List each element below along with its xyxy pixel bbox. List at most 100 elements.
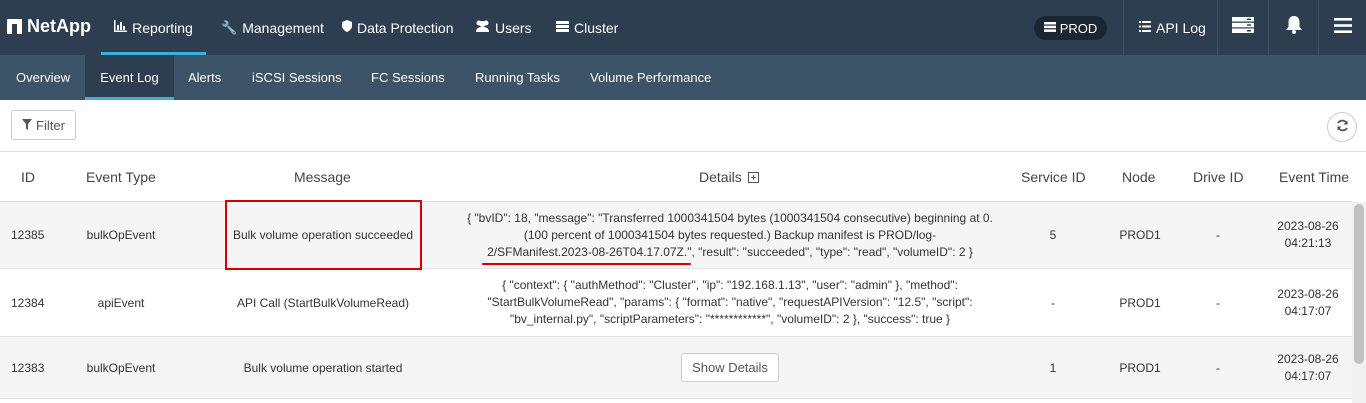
table-scrollbar[interactable] <box>1352 202 1366 403</box>
api-log-link[interactable]: API Log <box>1139 0 1206 55</box>
top-nav-bar: NetApp Reporting 🔧 Management Data Prote… <box>0 0 1366 55</box>
table-row[interactable]: 12385 bulkOpEvent Bulk volume operation … <box>0 202 1352 269</box>
netapp-logo[interactable]: NetApp <box>7 16 91 37</box>
nav-data-protection[interactable]: Data Protection <box>342 0 454 55</box>
netapp-logo-icon <box>7 19 22 34</box>
cell-message: API Call (StartBulkVolumeRead) <box>236 295 410 310</box>
cell-details: { "context": { "authMethod": "Cluster", … <box>442 269 1018 336</box>
event-time: 04:21:13 <box>1284 236 1332 250</box>
nav-cluster-label: Cluster <box>574 19 619 36</box>
cell-drive-id: - <box>1216 360 1220 375</box>
api-log-label: API Log <box>1156 19 1206 36</box>
list-icon <box>1139 20 1151 35</box>
nav-users[interactable]: Users <box>475 0 532 55</box>
column-header-event-type[interactable]: Event Type <box>86 152 156 202</box>
divider <box>1123 0 1124 55</box>
environment-label: PROD <box>1059 20 1098 36</box>
cell-service-id: - <box>1051 295 1055 310</box>
tab-overview[interactable]: Overview <box>16 55 70 100</box>
details-line: "StartBulkVolumeRead", "params": { "form… <box>487 295 973 309</box>
table-toolbar <box>0 100 1366 152</box>
cell-event-time: 2023-08-26 04:21:13 <box>1272 202 1344 268</box>
server-icon <box>556 20 569 35</box>
main-menu-button[interactable] <box>1319 0 1366 55</box>
brand-name: NetApp <box>27 16 91 36</box>
hamburger-menu-icon <box>1333 17 1352 38</box>
column-header-message[interactable]: Message <box>294 152 351 202</box>
column-header-details[interactable]: Details <box>699 152 759 202</box>
refresh-icon <box>1336 119 1349 135</box>
server-stack-icon <box>1232 17 1254 38</box>
cell-service-id: 5 <box>1049 228 1057 242</box>
filter-button[interactable]: Filter <box>11 110 76 140</box>
annotation-highlight-box <box>225 200 422 270</box>
details-line: 2/SFManifest.2023-08-26T04.17.07Z.", "re… <box>487 244 973 259</box>
notifications-button[interactable] <box>1269 0 1318 55</box>
show-details-button[interactable]: Show Details <box>681 353 779 382</box>
details-line: { "context": { "authMethod": "Cluster", … <box>502 278 958 292</box>
column-header-id[interactable]: ID <box>21 152 35 202</box>
table-row[interactable]: 12383 bulkOpEvent Bulk volume operation … <box>0 337 1352 399</box>
tab-running-tasks[interactable]: Running Tasks <box>475 55 560 100</box>
filter-icon <box>22 118 33 133</box>
cell-id: 12383 <box>11 360 45 375</box>
wrench-icon: 🔧 <box>221 19 238 35</box>
cell-drive-id: - <box>1216 295 1220 310</box>
server-list-button[interactable] <box>1218 0 1268 55</box>
cell-event-type: apiEvent <box>97 295 145 310</box>
nav-management-label: Management <box>242 19 324 36</box>
cell-drive-id: - <box>1216 228 1220 242</box>
cell-id: 12385 <box>11 228 45 242</box>
event-table-header: ID Event Type Message Details Service ID… <box>0 152 1352 202</box>
event-time: 04:17:07 <box>1284 303 1332 318</box>
users-icon <box>475 20 490 35</box>
column-header-service-id[interactable]: Service ID <box>1021 152 1086 202</box>
cell-node: PROD1 <box>1119 295 1161 310</box>
environment-badge[interactable]: PROD <box>1034 16 1107 40</box>
event-date: 2023-08-26 <box>1277 351 1339 366</box>
cell-details: { "bvID": 18, "message": "Transferred 10… <box>442 202 1018 268</box>
column-header-details-label: Details <box>699 169 742 185</box>
tab-event-log[interactable]: Event Log <box>85 55 174 100</box>
details-line: (100 percent of 1000341504 bytes request… <box>523 227 937 242</box>
details-line: "bv_internal.py", "scriptParameters": "*… <box>509 312 951 326</box>
cell-node: PROD1 <box>1119 228 1161 242</box>
expand-plus-icon[interactable] <box>747 171 759 183</box>
cell-message: Bulk volume operation started <box>243 360 403 375</box>
cell-event-type: bulkOpEvent <box>86 360 156 375</box>
nav-management[interactable]: 🔧 Management <box>221 0 324 55</box>
event-date: 2023-08-26 <box>1277 219 1339 233</box>
shield-icon <box>342 20 352 35</box>
cell-event-time: 2023-08-26 04:17:07 <box>1272 337 1344 398</box>
cell-event-time: 2023-08-26 04:17:07 <box>1272 269 1344 336</box>
tab-alerts[interactable]: Alerts <box>188 55 221 100</box>
event-date: 2023-08-26 <box>1277 286 1339 301</box>
refresh-button[interactable] <box>1327 112 1357 142</box>
bell-icon <box>1285 16 1302 39</box>
annotation-underline <box>482 263 691 265</box>
filter-button-label: Filter <box>36 117 65 133</box>
nav-cluster[interactable]: Cluster <box>556 0 618 55</box>
tab-fc-sessions[interactable]: FC Sessions <box>371 55 445 100</box>
cell-service-id: 1 <box>1049 360 1057 375</box>
bar-chart-icon <box>114 20 128 35</box>
column-header-node[interactable]: Node <box>1122 152 1155 202</box>
reporting-sub-nav: Overview Event Log Alerts iSCSI Sessions… <box>0 55 1366 100</box>
cell-details: Show Details <box>442 337 1018 398</box>
nav-data-protection-label: Data Protection <box>357 19 454 36</box>
cell-event-type: bulkOpEvent <box>86 228 156 242</box>
table-row[interactable]: 12384 apiEvent API Call (StartBulkVolume… <box>0 269 1352 337</box>
cell-node: PROD1 <box>1119 360 1161 375</box>
cell-id: 12384 <box>11 295 45 310</box>
details-line: { "bvID": 18, "message": "Transferred 10… <box>467 210 993 225</box>
column-header-drive-id[interactable]: Drive ID <box>1193 152 1244 202</box>
nav-reporting[interactable]: Reporting <box>101 0 206 55</box>
server-icon <box>1043 21 1056 35</box>
event-time: 04:17:07 <box>1284 368 1332 383</box>
nav-users-label: Users <box>495 19 532 36</box>
column-header-event-time[interactable]: Event Time <box>1279 152 1349 202</box>
nav-reporting-label: Reporting <box>132 19 193 36</box>
tab-iscsi-sessions[interactable]: iSCSI Sessions <box>252 55 342 100</box>
tab-volume-performance[interactable]: Volume Performance <box>590 55 711 100</box>
scrollbar-thumb[interactable] <box>1354 204 1364 364</box>
